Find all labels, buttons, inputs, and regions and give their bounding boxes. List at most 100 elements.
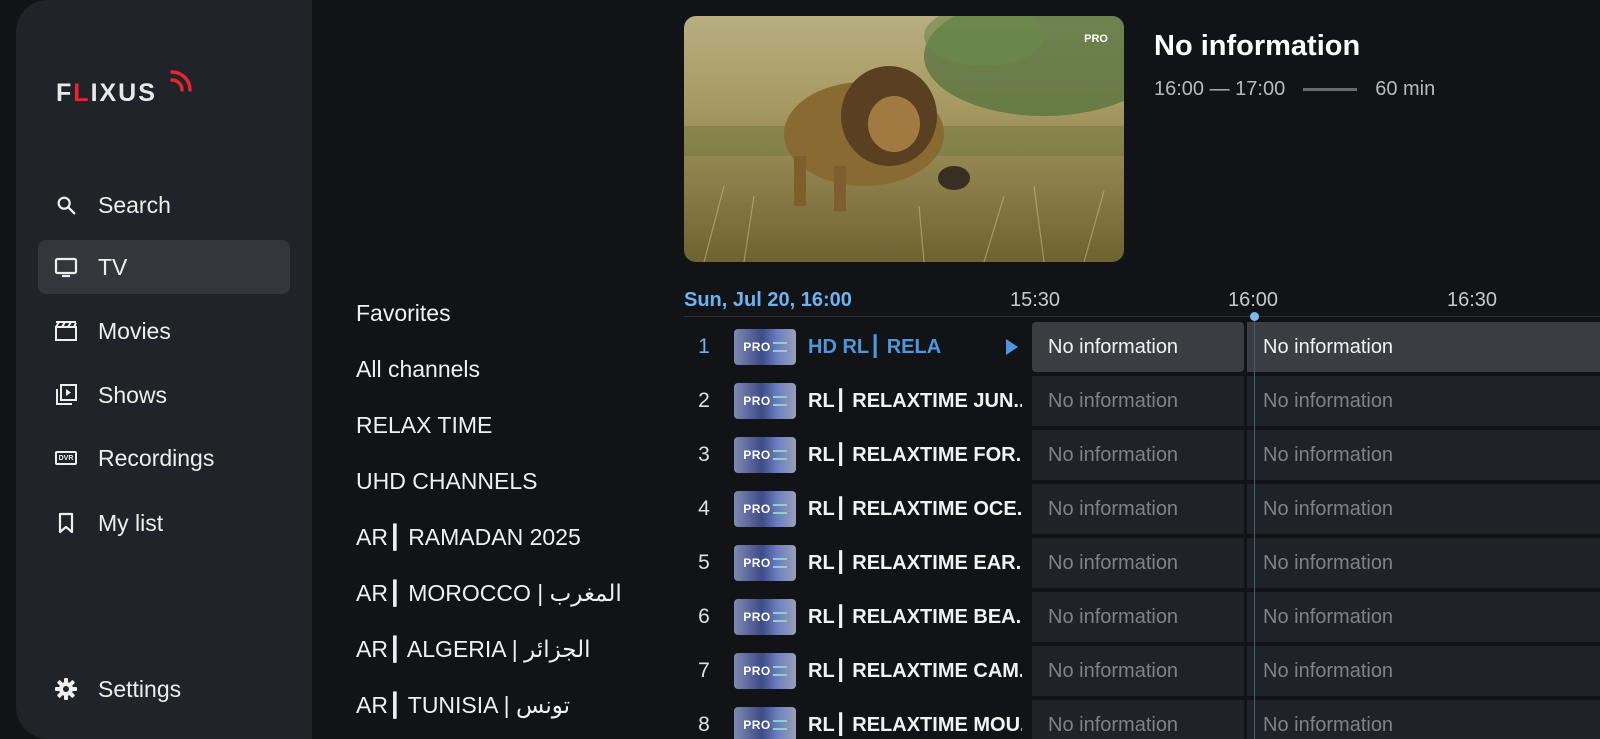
channel-logo: PRO <box>734 329 796 365</box>
program-cell[interactable]: No information <box>1032 484 1244 534</box>
program-cell[interactable]: No information <box>1247 322 1600 372</box>
channel-number: 2 <box>698 389 710 412</box>
program-cell[interactable]: No information <box>1032 538 1244 588</box>
sidebar-item-label: TV <box>98 253 128 280</box>
channel-number: 8 <box>698 713 710 736</box>
logo-text-f: F <box>56 79 74 107</box>
channel-name: RL┃ RELAXTIME MOU.. <box>808 714 1022 736</box>
program-cell[interactable]: No information <box>1247 430 1600 480</box>
sidebar-item-label: Recordings <box>98 444 215 471</box>
time-tick: 15:30 <box>1010 289 1061 311</box>
program-cell[interactable]: No information <box>1247 484 1600 534</box>
dvr-badge: DVR <box>55 451 77 465</box>
channel-row[interactable]: 6 PRO RL┃ RELAXTIME BEA.. No information… <box>684 592 1600 642</box>
program-cell[interactable]: No information <box>1247 646 1600 696</box>
program-title: No information <box>1154 30 1361 62</box>
sidebar: FLIXUS Search TV Movies Shows DVR Record… <box>16 0 312 739</box>
signal-icon <box>170 70 192 92</box>
channel-row[interactable]: 8 PRO RL┃ RELAXTIME MOU.. No information… <box>684 700 1600 739</box>
sidebar-item-settings[interactable]: Settings <box>38 662 290 716</box>
channel-number: 4 <box>698 497 710 520</box>
channel-name: RL┃ RELAXTIME BEA.. <box>808 606 1022 628</box>
channel-name: RL┃ RELAXTIME OCE.. <box>808 498 1022 520</box>
channel-number: 7 <box>698 659 710 682</box>
program-progress-bar <box>1303 88 1358 91</box>
time-tick: 16:30 <box>1447 289 1498 311</box>
category-ramadan[interactable]: AR┃ RAMADAN 2025 <box>356 524 581 551</box>
sidebar-item-label: Search <box>98 191 171 218</box>
preview-channel-badge: PRO <box>1084 33 1108 45</box>
logo-text-l: L <box>73 79 91 107</box>
sidebar-item-label: Movies <box>98 317 171 344</box>
category-relax-time[interactable]: RELAX TIME <box>356 412 492 439</box>
gear-icon <box>54 677 78 701</box>
play-icon <box>1006 339 1018 355</box>
channel-number: 6 <box>698 605 710 628</box>
channel-row[interactable]: 5 PRO RL┃ RELAXTIME EAR.. No information… <box>684 538 1600 588</box>
category-morocco[interactable]: AR┃ MOROCCO | المغرب <box>356 580 622 607</box>
program-cell[interactable]: No information <box>1032 592 1244 642</box>
program-cell[interactable]: No information <box>1247 592 1600 642</box>
channel-logo: PRO <box>734 653 796 689</box>
channel-number: 3 <box>698 443 710 466</box>
tv-icon <box>54 255 78 279</box>
play-library-icon <box>54 383 78 407</box>
category-favorites[interactable]: Favorites <box>356 300 451 327</box>
category-uhd-channels[interactable]: UHD CHANNELS <box>356 468 537 495</box>
category-all-channels[interactable]: All channels <box>356 356 480 383</box>
channel-number: 5 <box>698 551 710 574</box>
channel-name: RL┃ RELAXTIME JUN.. <box>808 390 1022 412</box>
timeline-date: Sun, Jul 20, 16:00 <box>684 289 852 311</box>
video-preview[interactable]: PRO <box>684 16 1124 262</box>
channel-row[interactable]: 7 PRO RL┃ RELAXTIME CAM.. No information… <box>684 646 1600 696</box>
sidebar-item-my-list[interactable]: My list <box>38 496 290 550</box>
sidebar-item-label: Shows <box>98 381 168 408</box>
app-logo: FLIXUS <box>56 66 206 110</box>
channel-row[interactable]: 3 PRO RL┃ RELAXTIME FOR.. No information… <box>684 430 1600 480</box>
program-cell[interactable]: No information <box>1032 700 1244 739</box>
channel-logo: PRO <box>734 491 796 527</box>
time-tick: 16:00 <box>1228 289 1279 311</box>
preview-image <box>684 16 1124 262</box>
category-algeria[interactable]: AR┃ ALGERIA | الجزائر <box>356 636 591 663</box>
program-cell[interactable]: No information <box>1247 376 1600 426</box>
sidebar-item-tv[interactable]: TV <box>38 240 290 294</box>
channel-logo: PRO <box>734 707 796 739</box>
channel-row[interactable]: 4 PRO RL┃ RELAXTIME OCE.. No information… <box>684 484 1600 534</box>
category-tunisia[interactable]: AR┃ TUNISIA | تونس <box>356 692 570 719</box>
program-time-range: 16:00 — 17:00 <box>1154 78 1286 100</box>
timeline-divider <box>684 316 1600 317</box>
clapperboard-icon <box>54 319 78 343</box>
channel-logo: PRO <box>734 545 796 581</box>
sidebar-item-shows[interactable]: Shows <box>38 368 290 422</box>
channel-name: RL┃ RELAXTIME CAM.. <box>808 660 1022 682</box>
sidebar-item-search[interactable]: Search <box>38 178 290 232</box>
channel-number: 1 <box>698 335 710 358</box>
program-cell[interactable]: No information <box>1032 646 1244 696</box>
logo-text-rest: IXUS <box>90 79 157 107</box>
channel-name: RL┃ RELAXTIME FOR.. <box>808 444 1022 466</box>
channel-name: RL┃ RELAXTIME EAR.. <box>808 552 1022 574</box>
program-cell[interactable]: No information <box>1032 376 1244 426</box>
sidebar-item-label: Settings <box>98 675 182 702</box>
bookmark-icon <box>54 511 78 535</box>
program-time: 16:00 — 17:00 60 min <box>1154 78 1435 101</box>
sidebar-item-recordings[interactable]: DVR Recordings <box>38 431 290 485</box>
now-indicator-line <box>1254 316 1255 739</box>
channel-name: HD RL┃ RELA <box>808 336 942 358</box>
program-cell[interactable]: No information <box>1032 430 1244 480</box>
program-duration: 60 min <box>1375 78 1436 100</box>
channel-row[interactable]: 2 PRO RL┃ RELAXTIME JUN.. No information… <box>684 376 1600 426</box>
channel-row[interactable]: 1 PRO HD RL┃ RELA No information No info… <box>684 322 1600 372</box>
program-cell[interactable]: No information <box>1247 538 1600 588</box>
sidebar-item-movies[interactable]: Movies <box>38 304 290 358</box>
sidebar-item-label: My list <box>98 509 164 536</box>
search-icon <box>54 193 78 217</box>
program-cell[interactable]: No information <box>1247 700 1600 739</box>
channel-logo: PRO <box>734 599 796 635</box>
channel-logo: PRO <box>734 383 796 419</box>
program-cell[interactable]: No information <box>1032 322 1244 372</box>
now-indicator-dot <box>1250 312 1259 321</box>
channel-logo: PRO <box>734 437 796 473</box>
dvr-icon: DVR <box>54 446 78 470</box>
